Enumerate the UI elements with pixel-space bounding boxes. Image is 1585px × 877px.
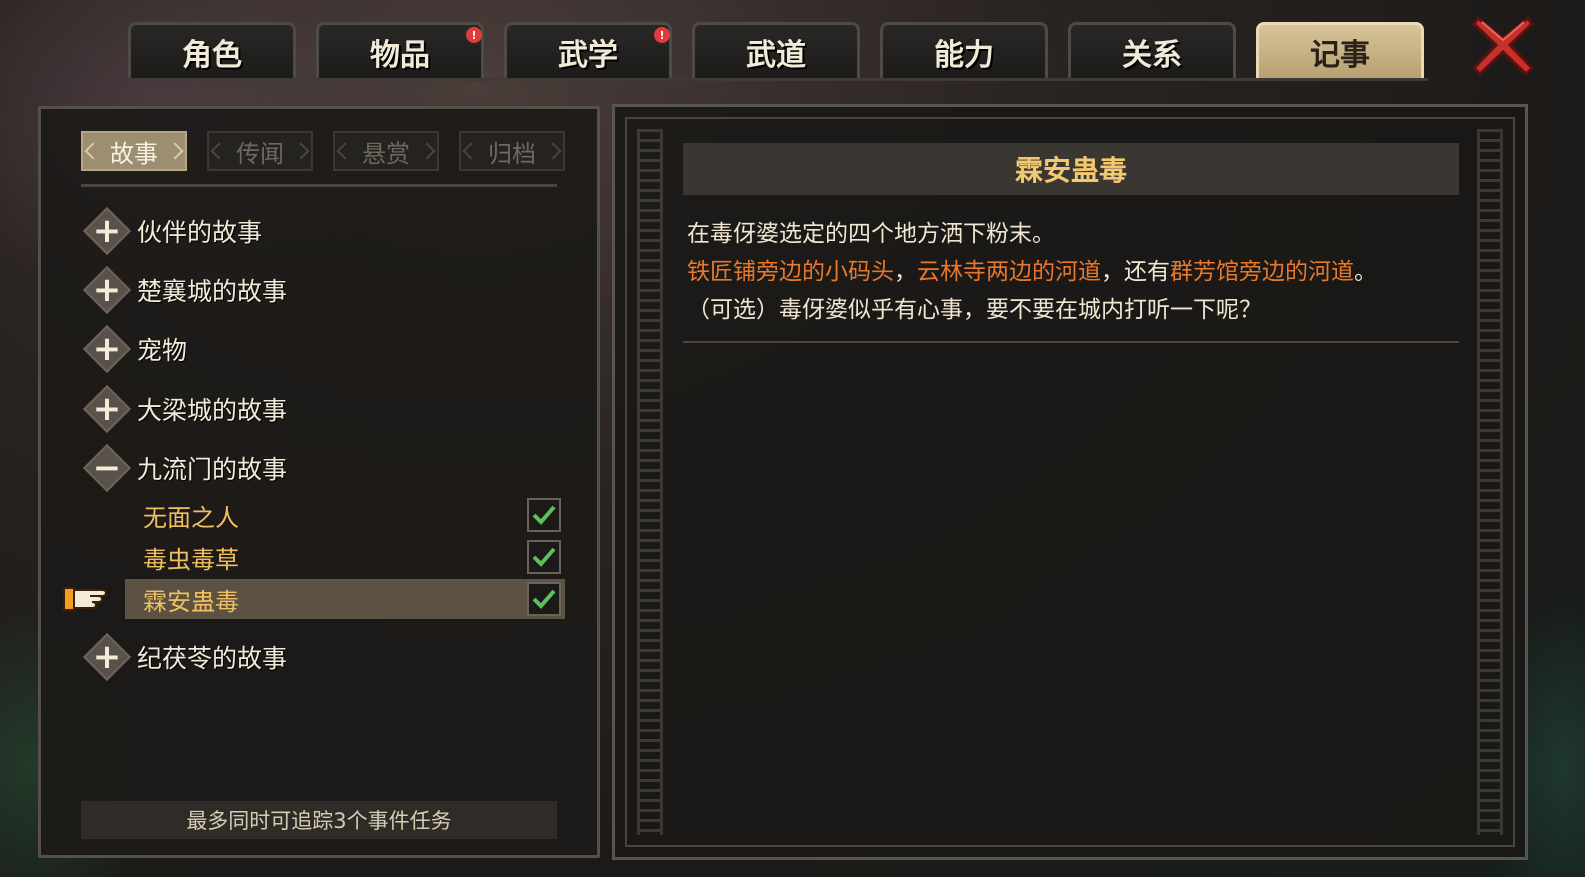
tab-items[interactable]: 物品!	[316, 22, 484, 78]
category-ji-fuling[interactable]: + 纪茯苓的故事	[82, 632, 288, 682]
tab-label: 能力	[934, 37, 994, 73]
track-checkbox[interactable]	[527, 582, 561, 616]
quest-item[interactable]: 毒虫毒草	[125, 537, 565, 577]
subtab-stories[interactable]: 故事	[81, 131, 187, 171]
subtab-label: 传闻	[236, 139, 284, 168]
plus-icon: +	[82, 324, 132, 374]
tab-martial-way[interactable]: 武道	[692, 22, 860, 78]
tab-label: 物品	[370, 37, 430, 73]
fret-border-left	[637, 129, 663, 835]
tab-label: 角色	[182, 37, 242, 73]
checkmark-icon	[532, 505, 556, 525]
category-daliang-city[interactable]: + 大梁城的故事	[82, 384, 288, 434]
top-tab-bar: 角色 物品! 武学! 武道 能力 关系 记事	[128, 22, 1424, 80]
location-highlight: 云林寺两边的河道	[917, 259, 1101, 285]
checkmark-icon	[532, 547, 556, 567]
plus-icon: +	[82, 206, 132, 256]
close-icon	[1471, 15, 1535, 77]
tab-bar-divider	[128, 78, 1428, 81]
quest-item-selected[interactable]: 霖安蛊毒	[125, 579, 565, 619]
tab-character[interactable]: 角色	[128, 22, 296, 78]
quest-detail-panel: 霖安蛊毒 在毒伢婆选定的四个地方洒下粉末。 铁匠铺旁边的小码头，云林寺两边的河道…	[612, 104, 1528, 860]
category-label: 楚襄城的故事	[137, 277, 288, 306]
plus-icon: +	[82, 384, 132, 434]
subtab-divider	[81, 184, 557, 187]
journal-list-panel: 故事 传闻 悬赏 归档 + 伙伴的故事 + 楚襄城的故事 + 宠物 + 大梁城的…	[38, 106, 600, 858]
category-jiuliumen[interactable]: − 九流门的故事	[82, 443, 288, 493]
tab-label: 武道	[746, 37, 806, 73]
detail-divider	[683, 341, 1459, 343]
tab-label: 记事	[1310, 37, 1370, 73]
quest-item[interactable]: 无面之人	[125, 495, 565, 535]
notification-badge: !	[466, 27, 482, 43]
subtab-label: 悬赏	[362, 139, 410, 168]
tab-martial-arts[interactable]: 武学!	[504, 22, 672, 78]
subtab-label: 归档	[488, 139, 536, 168]
category-companions[interactable]: + 伙伴的故事	[82, 206, 263, 256]
quest-title: 霖安蛊毒	[683, 143, 1459, 195]
minus-icon: −	[82, 443, 132, 493]
category-chuxiang-city[interactable]: + 楚襄城的故事	[82, 265, 288, 315]
checkmark-icon	[532, 589, 556, 609]
tab-journal[interactable]: 记事	[1256, 22, 1424, 78]
category-label: 大梁城的故事	[137, 396, 288, 425]
objective-locations: 铁匠铺旁边的小码头，云林寺两边的河道，还有群芳馆旁边的河道。	[687, 259, 1377, 285]
tab-label: 武学	[558, 37, 618, 73]
category-pets[interactable]: + 宠物	[82, 324, 188, 374]
category-label: 纪茯苓的故事	[137, 644, 288, 673]
track-checkbox[interactable]	[527, 498, 561, 532]
subtab-bounties[interactable]: 悬赏	[333, 131, 439, 171]
category-label: 宠物	[137, 336, 188, 365]
plus-icon: +	[82, 265, 132, 315]
tab-label: 关系	[1122, 37, 1182, 73]
location-highlight: 铁匠铺旁边的小码头	[687, 259, 894, 285]
optional-objective: （可选）毒伢婆似乎有心事，要不要在城内打听一下呢？	[687, 297, 1262, 323]
category-label: 九流门的故事	[137, 455, 288, 484]
objective-line: 在毒伢婆选定的四个地方洒下粉末。	[687, 221, 1055, 247]
sub-tab-bar: 故事 传闻 悬赏 归档	[81, 131, 565, 171]
track-checkbox[interactable]	[527, 540, 561, 574]
subtab-archive[interactable]: 归档	[459, 131, 565, 171]
notification-badge: !	[654, 27, 670, 43]
tab-relations[interactable]: 关系	[1068, 22, 1236, 78]
quest-description: 在毒伢婆选定的四个地方洒下粉末。 铁匠铺旁边的小码头，云林寺两边的河道，还有群芳…	[687, 215, 1467, 329]
close-button[interactable]	[1470, 12, 1536, 78]
tab-abilities[interactable]: 能力	[880, 22, 1048, 78]
plus-icon: +	[82, 632, 132, 682]
tracking-limit-tip: 最多同时可追踪3个事件任务	[81, 801, 557, 839]
quest-label: 无面之人	[143, 503, 239, 532]
fret-border-right	[1477, 129, 1503, 835]
subtab-rumors[interactable]: 传闻	[207, 131, 313, 171]
location-highlight: 群芳馆旁边的河道	[1170, 259, 1354, 285]
subtab-label: 故事	[110, 139, 158, 168]
quest-label: 毒虫毒草	[143, 545, 239, 574]
quest-label: 霖安蛊毒	[143, 587, 239, 616]
category-label: 伙伴的故事	[137, 218, 263, 247]
pointing-hand-icon	[62, 578, 110, 618]
